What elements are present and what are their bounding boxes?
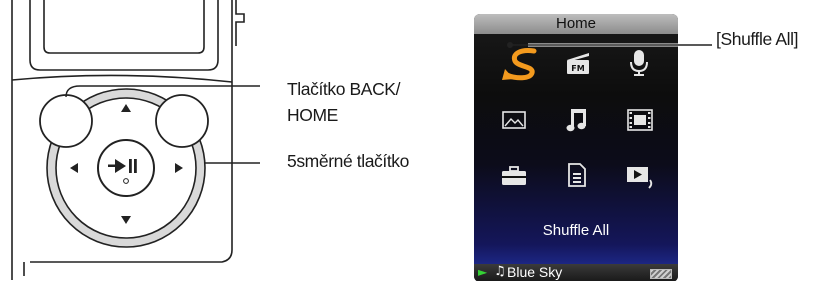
shuffle-icon[interactable] bbox=[502, 44, 542, 84]
player-device bbox=[11, 0, 260, 280]
play-pause-button[interactable] bbox=[97, 139, 155, 197]
figure: Tlačítko BACK/ HOME 5směrné tlačítko Hom… bbox=[0, 0, 828, 281]
back-home-label: Tlačítko BACK/ HOME bbox=[287, 79, 401, 125]
back-home-button[interactable] bbox=[39, 94, 93, 148]
svg-text:FM: FM bbox=[571, 64, 584, 73]
title-bar: Home bbox=[474, 14, 678, 34]
battery-icon bbox=[650, 269, 672, 279]
now-playing-icon[interactable] bbox=[626, 165, 656, 189]
video-icon[interactable] bbox=[627, 109, 653, 131]
status-bar: ► ♫ Blue Sky bbox=[474, 264, 678, 281]
microphone-icon[interactable] bbox=[629, 49, 649, 77]
music-note-icon: ♫ bbox=[494, 264, 506, 279]
shuffle-all-label: [Shuffle All] bbox=[716, 29, 799, 49]
play-indicator-icon: ► bbox=[478, 265, 488, 279]
settings-icon[interactable] bbox=[501, 166, 527, 186]
current-song: Blue Sky bbox=[507, 264, 563, 280]
photo-icon[interactable] bbox=[502, 110, 526, 130]
five-way-label: 5směrné tlačítko bbox=[287, 151, 409, 171]
fm-radio-icon[interactable]: FM bbox=[565, 52, 591, 76]
player-screen: Home FM Shuffle All ► ♫ Blue Sky bbox=[474, 14, 678, 281]
playlist-icon[interactable] bbox=[567, 163, 587, 187]
selected-item-label: Shuffle All bbox=[542, 222, 610, 239]
music-icon[interactable] bbox=[566, 107, 588, 133]
screen-title: Home bbox=[555, 15, 596, 32]
option-button[interactable] bbox=[155, 94, 209, 148]
